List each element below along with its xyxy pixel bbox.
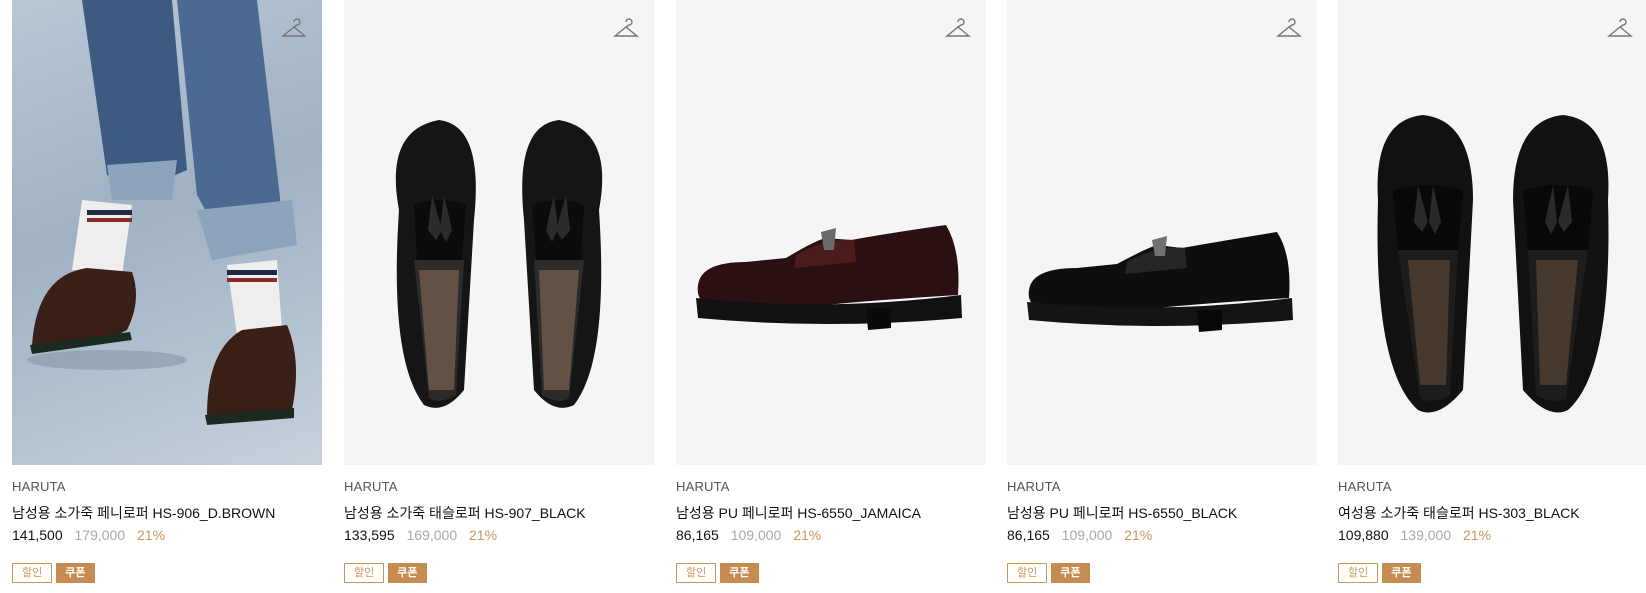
sale-price: 141,500 [12,527,63,543]
product-card[interactable]: HARUTA 남성용 소가죽 태슬로퍼 HS-907_BLACK 133,595… [344,0,654,593]
wishlist-hanger-icon[interactable] [1275,16,1303,44]
product-name[interactable]: 남성용 소가죽 페니로퍼 HS-906_D.BROWN [12,503,322,521]
discount-rate: 21% [469,527,498,543]
sale-badge: 할인 [1007,563,1048,583]
badge-group: 할인 쿠폰 [1338,563,1646,583]
wishlist-hanger-icon[interactable] [1606,16,1634,44]
product-brand[interactable]: HARUTA [344,479,654,495]
sale-price: 86,165 [676,527,719,543]
discount-rate: 21% [137,527,166,543]
sale-price: 133,595 [344,527,395,543]
product-brand[interactable]: HARUTA [12,479,322,495]
product-card[interactable]: HARUTA 여성용 소가죽 태슬로퍼 HS-303_BLACK 109,880… [1338,0,1646,593]
original-price: 179,000 [74,527,126,543]
original-price: 109,000 [730,527,782,543]
original-price: 139,000 [1400,527,1452,543]
sale-badge: 할인 [12,563,53,583]
product-prices: 109,880 139,000 21% [1338,527,1646,545]
discount-rate: 21% [1463,527,1492,543]
sale-price: 86,165 [1007,527,1050,543]
product-card[interactable]: HARUTA 남성용 소가죽 페니로퍼 HS-906_D.BROWN 141,5… [12,0,322,593]
product-brand[interactable]: HARUTA [676,479,986,495]
sale-price: 109,880 [1338,527,1389,543]
product-brand[interactable]: HARUTA [1338,479,1646,495]
product-photo [1377,115,1609,413]
product-name[interactable]: 남성용 소가죽 태슬로퍼 HS-907_BLACK [344,503,654,521]
badge-group: 할인 쿠폰 [12,563,322,583]
product-grid: HARUTA 남성용 소가죽 페니로퍼 HS-906_D.BROWN 141,5… [0,0,1646,593]
coupon-badge: 쿠폰 [720,563,759,583]
product-photo [696,225,962,330]
product-prices: 133,595 169,000 21% [344,527,654,545]
badge-group: 할인 쿠폰 [676,563,986,583]
product-photo [27,0,297,425]
wishlist-hanger-icon[interactable] [944,16,972,44]
wishlist-hanger-icon[interactable] [280,16,308,44]
badge-group: 할인 쿠폰 [1007,563,1317,583]
product-image[interactable] [1007,0,1317,465]
product-photo [395,120,603,408]
product-prices: 86,165 109,000 21% [676,527,986,545]
product-prices: 141,500 179,000 21% [12,527,322,545]
original-price: 109,000 [1061,527,1113,543]
coupon-badge: 쿠폰 [1051,563,1090,583]
wishlist-hanger-icon[interactable] [612,16,640,44]
discount-rate: 21% [1124,527,1153,543]
product-image[interactable] [676,0,986,465]
product-image[interactable] [12,0,322,465]
badge-group: 할인 쿠폰 [344,563,654,583]
product-card[interactable]: HARUTA 남성용 PU 페니로퍼 HS-6550_BLACK 86,165 … [1007,0,1317,593]
product-name[interactable]: 남성용 PU 페니로퍼 HS-6550_JAMAICA [676,503,986,521]
coupon-badge: 쿠폰 [388,563,427,583]
product-image[interactable] [1338,0,1646,465]
product-prices: 86,165 109,000 21% [1007,527,1317,545]
product-card[interactable]: HARUTA 남성용 PU 페니로퍼 HS-6550_JAMAICA 86,16… [676,0,986,593]
coupon-badge: 쿠폰 [1382,563,1421,583]
original-price: 169,000 [406,527,458,543]
coupon-badge: 쿠폰 [56,563,95,583]
product-image[interactable] [344,0,654,465]
product-name[interactable]: 여성용 소가죽 태슬로퍼 HS-303_BLACK [1338,503,1646,521]
sale-badge: 할인 [344,563,385,583]
sale-badge: 할인 [676,563,717,583]
discount-rate: 21% [793,527,822,543]
product-name[interactable]: 남성용 PU 페니로퍼 HS-6550_BLACK [1007,503,1317,521]
product-brand[interactable]: HARUTA [1007,479,1317,495]
sale-badge: 할인 [1338,563,1379,583]
product-photo [1027,232,1293,332]
